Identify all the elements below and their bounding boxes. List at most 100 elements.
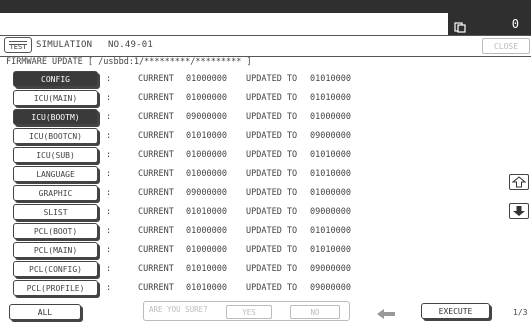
test-button[interactable]: TEST bbox=[4, 37, 32, 53]
separator-colon: : bbox=[106, 245, 112, 255]
firmware-item-label: SLIST bbox=[43, 207, 68, 217]
updated-version: 01010000 bbox=[310, 169, 351, 179]
updated-to-label: UPDATED TO bbox=[246, 264, 298, 274]
separator-colon: : bbox=[106, 188, 112, 198]
no-button[interactable]: NO bbox=[290, 305, 340, 319]
firmware-item-button[interactable]: LANGUAGE bbox=[13, 166, 98, 182]
firmware-row: ICU(BOOTM): CURRENT 09000000 UPDATED TO 0100… bbox=[0, 109, 430, 125]
execute-button[interactable]: EXECUTE bbox=[421, 303, 490, 319]
current-label: CURRENT bbox=[138, 74, 174, 84]
current-label: CURRENT bbox=[138, 150, 174, 160]
separator-colon: : bbox=[106, 283, 112, 293]
separator-colon: : bbox=[106, 150, 112, 160]
firmware-row: PCL(CONFIG): CURRENT 01010000 UPDATED TO 090… bbox=[0, 261, 430, 277]
firmware-item-button[interactable]: CONFIG bbox=[13, 71, 98, 87]
updated-to-label: UPDATED TO bbox=[246, 93, 298, 103]
firmware-item-label: LANGUAGE bbox=[36, 169, 75, 179]
updated-to-label: UPDATED TO bbox=[246, 207, 298, 217]
current-label: CURRENT bbox=[138, 245, 174, 255]
firmware-item-button[interactable]: ICU(SUB) bbox=[13, 147, 98, 163]
firmware-item-label: PCL(CONFIG) bbox=[29, 264, 82, 274]
firmware-row: GRAPHIC: CURRENT 09000000 UPDATED TO 0100000… bbox=[0, 185, 430, 201]
no-label: NO bbox=[310, 307, 320, 317]
firmware-item-label: PCL(PROFILE) bbox=[26, 283, 85, 293]
current-label: CURRENT bbox=[138, 226, 174, 236]
firmware-item-button[interactable]: GRAPHIC bbox=[13, 185, 98, 201]
yes-label: YES bbox=[242, 307, 256, 317]
firmware-item-button[interactable]: PCL(MAIN) bbox=[13, 242, 98, 258]
execute-label: EXECUTE bbox=[438, 306, 473, 316]
firmware-item-label: ICU(BOOTCN) bbox=[29, 131, 82, 141]
close-label: CLOSE bbox=[493, 41, 519, 51]
firmware-item-button[interactable]: PCL(BOOT) bbox=[13, 223, 98, 239]
current-version: 01000000 bbox=[186, 226, 227, 236]
current-version: 01000000 bbox=[186, 150, 227, 160]
firmware-row: CONFIG: CURRENT 01000000 UPDATED TO 01010000 bbox=[0, 71, 430, 87]
separator-colon: : bbox=[106, 169, 112, 179]
firmware-item-button[interactable]: ICU(BOOTCN) bbox=[13, 128, 98, 144]
arrow-up-icon bbox=[511, 173, 527, 192]
updated-version: 01000000 bbox=[310, 188, 351, 198]
firmware-item-button[interactable]: PCL(PROFILE) bbox=[13, 280, 98, 296]
updated-version: 01010000 bbox=[310, 74, 351, 84]
firmware-item-button[interactable]: ICU(MAIN) bbox=[13, 90, 98, 106]
firmware-item-label: GRAPHIC bbox=[38, 188, 73, 198]
updated-version: 01000000 bbox=[310, 112, 351, 122]
updated-version: 09000000 bbox=[310, 131, 351, 141]
simulation-label: SIMULATION bbox=[36, 40, 93, 50]
close-button[interactable]: CLOSE bbox=[482, 38, 530, 54]
updated-version: 09000000 bbox=[310, 207, 351, 217]
current-label: CURRENT bbox=[138, 131, 174, 141]
current-version: 01010000 bbox=[186, 264, 227, 274]
updated-version: 09000000 bbox=[310, 283, 351, 293]
firmware-item-label: ICU(SUB) bbox=[36, 150, 75, 160]
firmware-item-button[interactable]: ICU(BOOTM) bbox=[13, 109, 98, 125]
firmware-item-button[interactable]: SLIST bbox=[13, 204, 98, 220]
arrow-down-icon bbox=[512, 202, 526, 221]
current-label: CURRENT bbox=[138, 188, 174, 198]
current-label: CURRENT bbox=[138, 112, 174, 122]
firmware-row: PCL(PROFILE): CURRENT 01010000 UPDATED TO 09… bbox=[0, 280, 430, 296]
updated-version: 01010000 bbox=[310, 245, 351, 255]
firmware-row: PCL(MAIN): CURRENT 01000000 UPDATED TO 01010… bbox=[0, 242, 430, 258]
firmware-item-label: PCL(MAIN) bbox=[33, 245, 78, 255]
scroll-up-button[interactable] bbox=[509, 174, 529, 190]
updated-to-label: UPDATED TO bbox=[246, 112, 298, 122]
current-version: 01000000 bbox=[186, 169, 227, 179]
back-arrow-icon[interactable] bbox=[376, 305, 396, 324]
current-version: 01010000 bbox=[186, 131, 227, 141]
firmware-item-label: CONFIG bbox=[41, 74, 70, 84]
scroll-down-button[interactable] bbox=[509, 203, 529, 219]
updated-version: 01010000 bbox=[310, 93, 351, 103]
firmware-row: LANGUAGE: CURRENT 01000000 UPDATED TO 010100… bbox=[0, 166, 430, 182]
current-label: CURRENT bbox=[138, 93, 174, 103]
current-version: 01010000 bbox=[186, 283, 227, 293]
firmware-item-button[interactable]: PCL(CONFIG) bbox=[13, 261, 98, 277]
separator-colon: : bbox=[106, 74, 112, 84]
firmware-row: ICU(SUB): CURRENT 01000000 UPDATED TO 010100… bbox=[0, 147, 430, 163]
all-button[interactable]: ALL bbox=[9, 304, 81, 320]
current-label: CURRENT bbox=[138, 169, 174, 179]
updated-to-label: UPDATED TO bbox=[246, 131, 298, 141]
all-label: ALL bbox=[37, 307, 53, 317]
firmware-row: ICU(BOOTCN): CURRENT 01010000 UPDATED TO 090… bbox=[0, 128, 430, 144]
firmware-path: FIRMWARE UPDATE [ /usbbd:1/*********/***… bbox=[6, 57, 252, 67]
confirm-dialog: ARE YOU SURE? YES NO bbox=[143, 301, 350, 321]
firmware-item-label: ICU(MAIN) bbox=[33, 93, 78, 103]
separator-colon: : bbox=[106, 131, 112, 141]
current-version: 01010000 bbox=[186, 207, 227, 217]
separator-colon: : bbox=[106, 207, 112, 217]
updated-to-label: UPDATED TO bbox=[246, 188, 298, 198]
current-label: CURRENT bbox=[138, 264, 174, 274]
status-panel: 0 bbox=[448, 13, 531, 35]
yes-button[interactable]: YES bbox=[226, 305, 272, 319]
firmware-item-label: PCL(BOOT) bbox=[33, 226, 78, 236]
updated-to-label: UPDATED TO bbox=[246, 150, 298, 160]
separator-colon: : bbox=[106, 226, 112, 236]
current-label: CURRENT bbox=[138, 283, 174, 293]
current-version: 09000000 bbox=[186, 112, 227, 122]
copy-count: 0 bbox=[511, 17, 519, 31]
current-version: 01000000 bbox=[186, 74, 227, 84]
firmware-row: ICU(MAIN): CURRENT 01000000 UPDATED TO 01010… bbox=[0, 90, 430, 106]
simulation-number: NO.49-01 bbox=[108, 40, 153, 50]
